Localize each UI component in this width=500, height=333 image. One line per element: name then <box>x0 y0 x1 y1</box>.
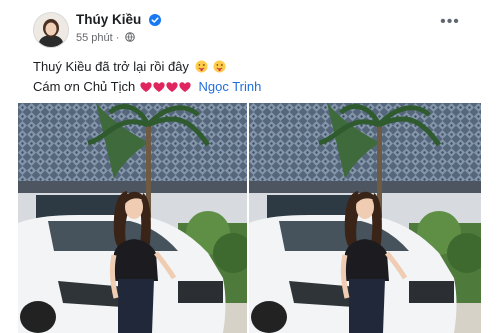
tongue-out-emoji-icon <box>195 60 208 73</box>
post-text-line-1: Thuý Kiều đã trở lại rồi đây <box>33 59 226 74</box>
red-heart-emoji-icon <box>153 82 165 92</box>
red-heart-emoji-icon <box>140 82 152 92</box>
globe-icon[interactable] <box>124 32 135 42</box>
post-text-2: Cám ơn Chủ Tịch <box>33 79 136 94</box>
author-avatar[interactable] <box>33 12 69 48</box>
post-photo-1[interactable] <box>18 103 247 333</box>
mention-link[interactable]: Ngọc Trinh <box>198 79 261 94</box>
author-name[interactable]: Thúy Kiều <box>76 12 162 27</box>
post-meta: 55 phút · <box>76 32 135 44</box>
verified-badge-icon <box>149 14 162 26</box>
post-timestamp[interactable]: 55 phút <box>76 32 113 44</box>
facebook-post: Thúy Kiều 55 phút · ••• Thuý Kiều đã trở… <box>0 0 500 333</box>
meta-separator: · <box>115 32 120 44</box>
post-photo-2[interactable] <box>249 103 481 333</box>
red-heart-emoji-icon <box>166 82 178 92</box>
post-text-1: Thuý Kiều đã trở lại rồi đây <box>33 59 189 74</box>
post-text-line-2: Cám ơn Chủ Tịch Ngọc Trinh <box>33 79 261 94</box>
more-options-icon[interactable]: ••• <box>438 14 462 32</box>
red-heart-emoji-icon <box>179 82 191 92</box>
author-name-text[interactable]: Thúy Kiều <box>76 12 141 27</box>
tongue-out-emoji-icon <box>213 60 226 73</box>
